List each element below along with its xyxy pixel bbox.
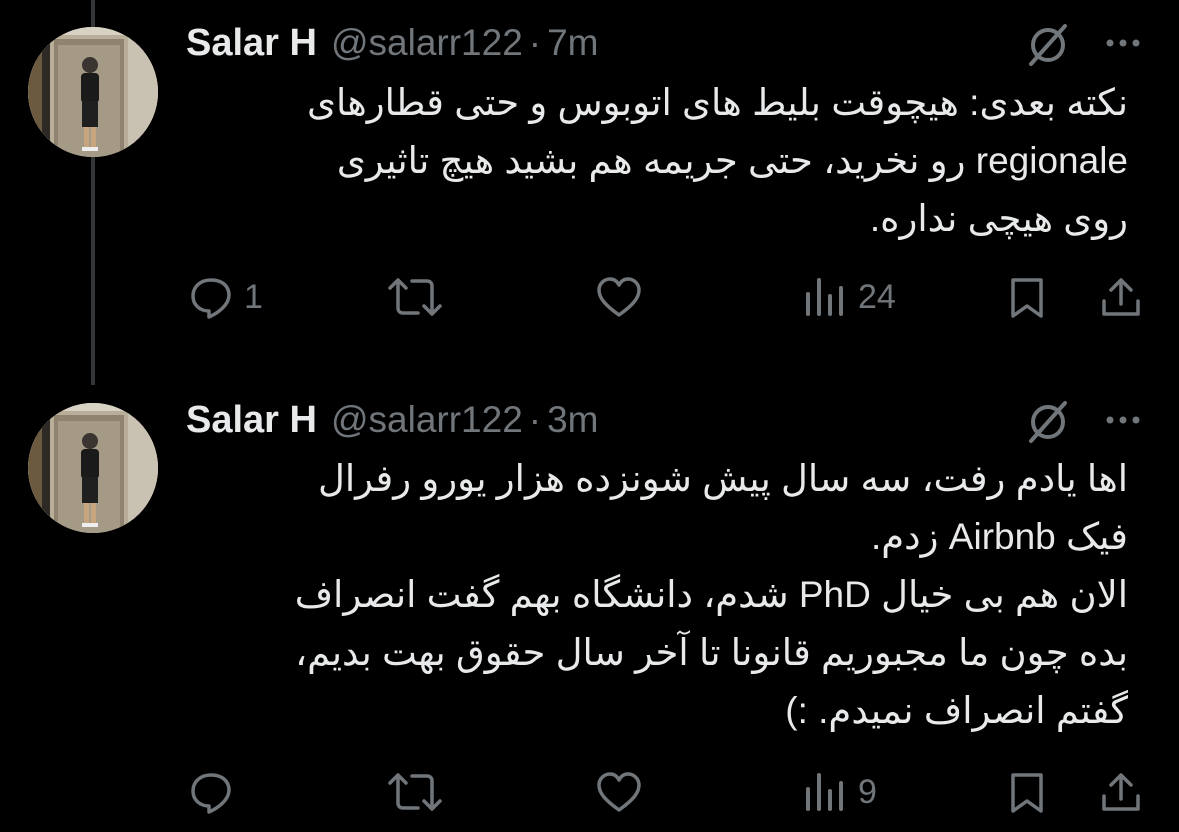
display-name[interactable]: Salar H xyxy=(186,399,317,442)
reply-button[interactable] xyxy=(188,762,244,822)
bookmark-icon xyxy=(1004,274,1050,320)
bookmark-button[interactable] xyxy=(1004,762,1050,822)
repost-button[interactable] xyxy=(384,267,456,327)
tweet-header: Salar H @salarr122 · 7m xyxy=(186,18,599,68)
repost-arrows-icon xyxy=(384,274,446,320)
avatar[interactable] xyxy=(28,403,158,533)
timestamp[interactable]: 7m xyxy=(547,22,598,64)
bar-chart-icon xyxy=(802,274,848,320)
like-button[interactable] xyxy=(595,762,653,822)
grok-slash-icon[interactable] xyxy=(1023,20,1073,70)
reply-count: 1 xyxy=(244,277,263,316)
tweet-actions: 9 xyxy=(0,762,1179,822)
bar-chart-icon xyxy=(802,769,848,815)
heart-icon xyxy=(595,274,643,320)
separator-dot: · xyxy=(528,22,542,63)
share-upload-icon xyxy=(1098,769,1144,815)
bookmark-icon xyxy=(1004,769,1050,815)
ellipsis-icon[interactable] xyxy=(1098,395,1148,445)
view-count: 9 xyxy=(858,772,877,811)
repost-button[interactable] xyxy=(384,762,456,822)
views-button[interactable]: 9 xyxy=(802,762,877,822)
speech-bubble-icon xyxy=(188,274,234,320)
tweet-text: نکته بعدی: هیچوقت بلیط های اتوبوس و حتی … xyxy=(307,82,1128,239)
separator-dot: · xyxy=(528,399,542,440)
share-button[interactable] xyxy=(1098,762,1144,822)
tweet-header: Salar H @salarr122 · 3m xyxy=(186,395,599,445)
view-count: 24 xyxy=(858,277,896,316)
ellipsis-icon[interactable] xyxy=(1098,18,1148,68)
avatar[interactable] xyxy=(28,27,158,157)
reply-button[interactable]: 1 xyxy=(188,267,263,327)
user-handle[interactable]: @salarr122 xyxy=(331,22,523,64)
timestamp[interactable]: 3m xyxy=(547,399,598,441)
user-handle[interactable]: @salarr122 xyxy=(331,399,523,441)
tweet[interactable]: Salar H @salarr122 · 3m اها یادم رفت، سه… xyxy=(0,385,1179,832)
share-button[interactable] xyxy=(1098,267,1144,327)
views-button[interactable]: 24 xyxy=(802,267,896,327)
bookmark-button[interactable] xyxy=(1004,267,1050,327)
repost-arrows-icon xyxy=(384,769,446,815)
share-upload-icon xyxy=(1098,274,1144,320)
heart-icon xyxy=(595,769,643,815)
like-button[interactable] xyxy=(595,267,653,327)
tweet-actions: 1 24 xyxy=(0,267,1179,327)
tweet-text: اها یادم رفت، سه سال پیش شونزده هزار یور… xyxy=(294,458,1128,731)
grok-slash-icon[interactable] xyxy=(1023,397,1073,447)
tweet[interactable]: Salar H @salarr122 · 7m نکته بعدی: هیچوق… xyxy=(0,0,1179,385)
display-name[interactable]: Salar H xyxy=(186,22,317,65)
speech-bubble-icon xyxy=(188,769,234,815)
